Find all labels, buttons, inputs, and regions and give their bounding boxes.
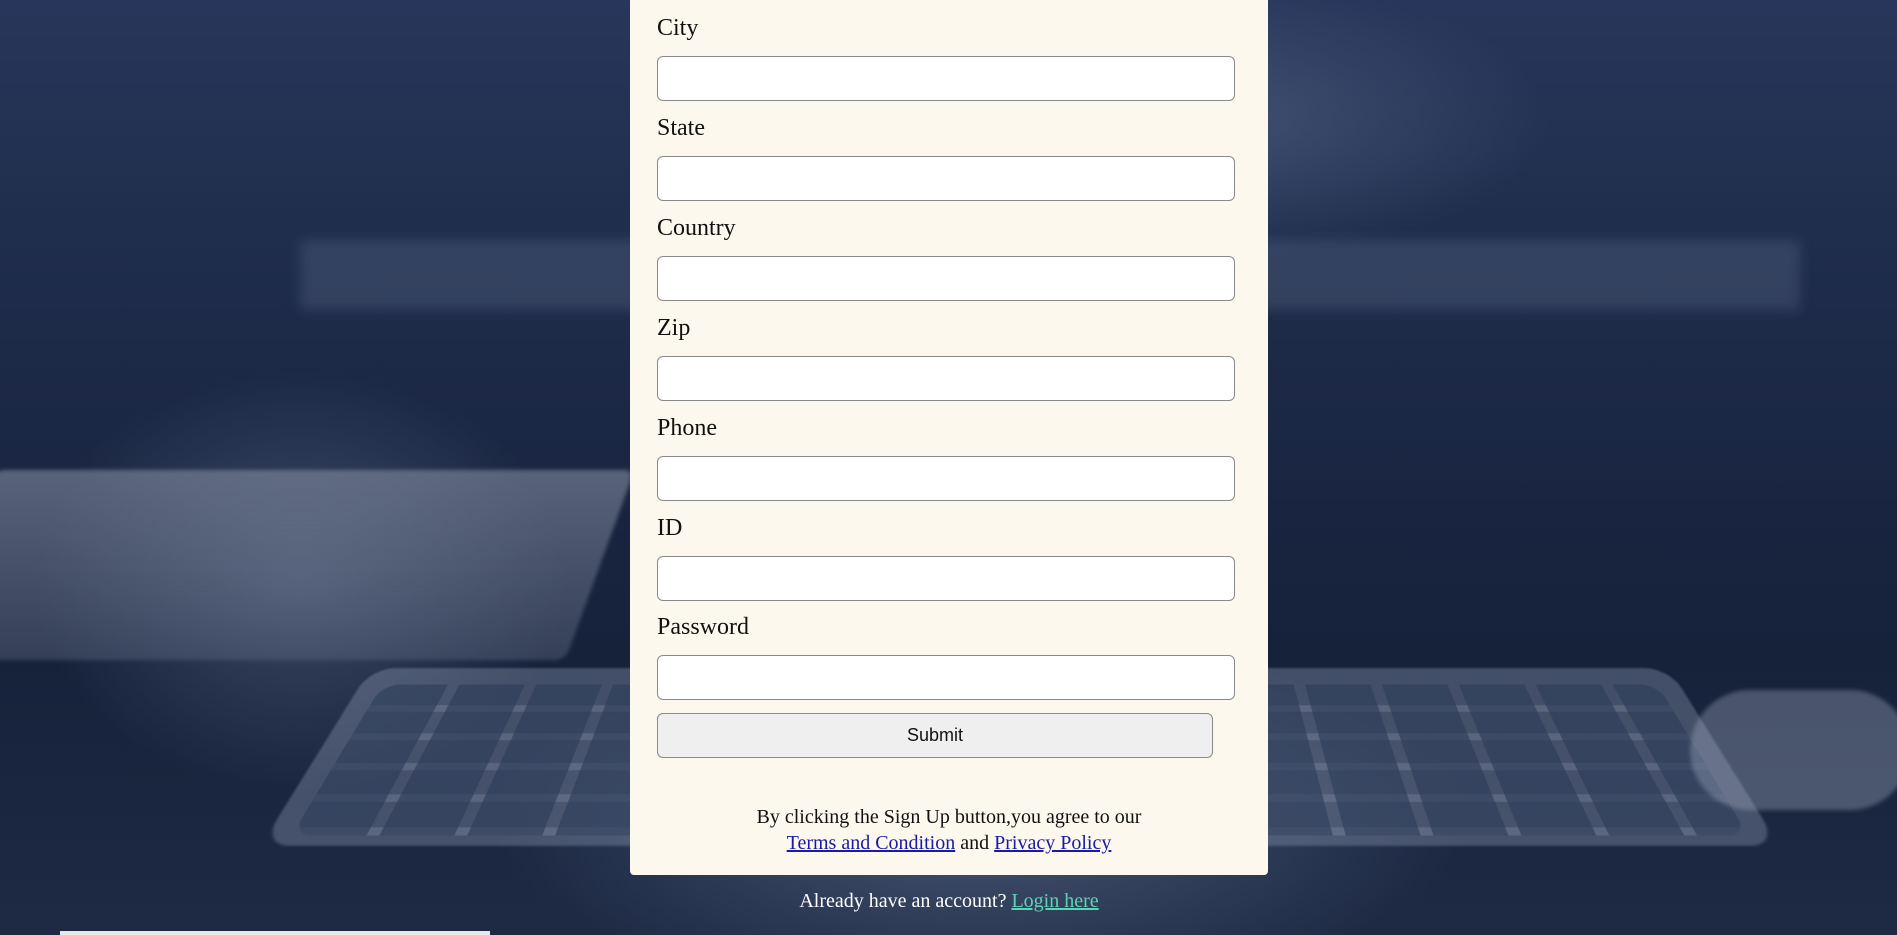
login-prompt: Already have an account? Login here xyxy=(630,888,1268,914)
country-label: Country xyxy=(657,215,736,241)
city-input[interactable] xyxy=(657,56,1235,101)
zip-input[interactable] xyxy=(657,356,1235,401)
login-prompt-text: Already have an account? xyxy=(799,890,1007,912)
signup-form-panel: City State Country Zip Phone ID Password… xyxy=(630,0,1268,875)
city-field-group: City xyxy=(657,14,1235,101)
bottom-strip xyxy=(60,931,490,935)
city-label: City xyxy=(657,15,699,41)
id-input[interactable] xyxy=(657,556,1235,601)
terms-and-condition-link[interactable]: Terms and Condition xyxy=(787,832,956,854)
state-input[interactable] xyxy=(657,156,1235,201)
password-field-group: Password xyxy=(657,613,1235,700)
terms-notice: By clicking the Sign Up button,you agree… xyxy=(630,804,1268,856)
phone-input[interactable] xyxy=(657,456,1235,501)
password-label: Password xyxy=(657,614,750,640)
submit-button[interactable]: Submit xyxy=(657,713,1213,758)
background-laptop xyxy=(0,470,635,660)
id-field-group: ID xyxy=(657,514,1235,601)
background-mouse xyxy=(1690,690,1897,810)
phone-label: Phone xyxy=(657,415,717,441)
id-label: ID xyxy=(657,515,683,541)
privacy-policy-link[interactable]: Privacy Policy xyxy=(994,832,1111,854)
password-input[interactable] xyxy=(657,655,1235,700)
terms-and-text: and xyxy=(960,832,990,854)
phone-field-group: Phone xyxy=(657,414,1235,501)
country-input[interactable] xyxy=(657,256,1235,301)
country-field-group: Country xyxy=(657,214,1235,301)
zip-label: Zip xyxy=(657,315,691,341)
state-label: State xyxy=(657,115,705,141)
zip-field-group: Zip xyxy=(657,314,1235,401)
terms-notice-text: By clicking the Sign Up button,you agree… xyxy=(756,806,1142,828)
state-field-group: State xyxy=(657,114,1235,201)
login-here-link[interactable]: Login here xyxy=(1011,890,1098,912)
